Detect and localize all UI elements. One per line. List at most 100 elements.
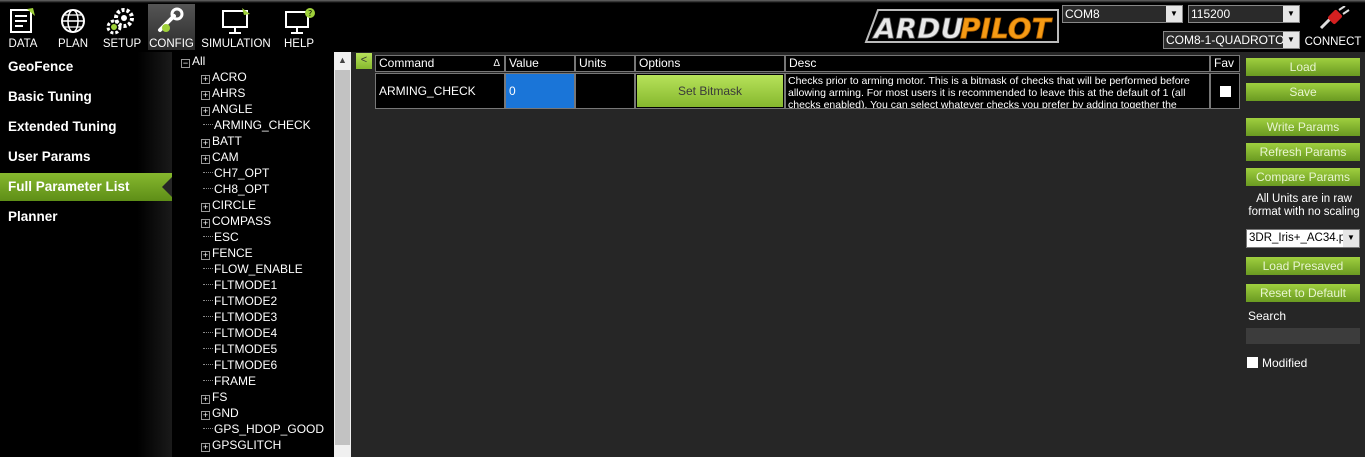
tree-connector: [203, 364, 213, 365]
selection-notch: [162, 177, 172, 197]
cell-value[interactable]: 0: [505, 73, 575, 109]
tree-item[interactable]: FLTMODE1: [203, 277, 277, 293]
save-button[interactable]: Save: [1246, 83, 1360, 101]
refresh-params-button[interactable]: Refresh Params: [1246, 143, 1360, 161]
sidebar-item-planner[interactable]: Planner: [0, 203, 172, 231]
sidebar-item-label: Full Parameter List: [8, 179, 130, 194]
fav-checkbox[interactable]: [1220, 86, 1231, 97]
tree-item[interactable]: FLOW_ENABLE: [203, 261, 303, 277]
tree-item[interactable]: FRAME: [203, 373, 256, 389]
column-header-desc[interactable]: Desc: [785, 55, 1210, 72]
nav-simulation-label: SIMULATION: [201, 38, 271, 50]
expand-icon[interactable]: +: [201, 203, 210, 212]
tree-item[interactable]: CH7_OPT: [203, 165, 269, 181]
nav-data[interactable]: DATA: [3, 4, 43, 50]
expand-icon[interactable]: +: [201, 443, 210, 452]
tree-connector: [203, 332, 213, 333]
nav-simulation[interactable]: SIMULATION: [201, 4, 271, 50]
tree-item-label: AHRS: [212, 86, 246, 100]
sidebar-item-full-parameter-list[interactable]: Full Parameter List: [0, 173, 172, 201]
link-select[interactable]: COM8-1-QUADROTOR ▼: [1163, 31, 1300, 49]
nav-plan[interactable]: PLAN: [53, 4, 93, 50]
port-value: COM8: [1065, 7, 1100, 21]
write-params-button[interactable]: Write Params: [1246, 118, 1360, 136]
column-header-options[interactable]: Options: [635, 55, 785, 72]
cell-command[interactable]: ARMING_CHECK: [375, 73, 505, 109]
baud-select[interactable]: 115200 ▼: [1188, 5, 1300, 23]
tree-item[interactable]: GPS_HDOP_GOOD: [203, 421, 324, 437]
sidebar-item-user-params[interactable]: User Params: [0, 143, 172, 171]
tree-item[interactable]: + ACRO: [201, 69, 247, 85]
tree-item[interactable]: FLTMODE3: [203, 309, 277, 325]
reset-to-default-button[interactable]: Reset to Default: [1246, 284, 1360, 302]
set-bitmask-button[interactable]: Set Bitmask: [637, 75, 783, 107]
tree-item[interactable]: + GPSGLITCH: [201, 437, 281, 453]
tree-item[interactable]: ESC: [203, 229, 239, 245]
modified-filter[interactable]: Modified: [1247, 356, 1307, 370]
sidebar-item-geofence[interactable]: GeoFence: [0, 53, 172, 81]
tree-item-label: FENCE: [212, 246, 253, 260]
column-header-fav[interactable]: Fav: [1210, 55, 1240, 72]
tree-item-label: GND: [212, 406, 239, 420]
expand-icon[interactable]: +: [201, 139, 210, 148]
tree-item[interactable]: + FS: [201, 389, 227, 405]
sidebar-item-basic-tuning[interactable]: Basic Tuning: [0, 83, 172, 111]
nav-help-label: HELP: [283, 38, 315, 50]
sidebar-item-extended-tuning[interactable]: Extended Tuning: [0, 113, 172, 141]
expand-icon[interactable]: +: [201, 107, 210, 116]
scroll-up-icon[interactable]: ▲: [334, 52, 351, 69]
expand-icon[interactable]: +: [201, 219, 210, 228]
sidebar-item-label: User Params: [8, 149, 91, 164]
modified-checkbox[interactable]: [1247, 357, 1258, 368]
parameter-tree[interactable]: − All + ACRO + AHRS + ANGLE ARMING_CHECK + BATT + C…: [172, 52, 334, 457]
cell-desc: Checks prior to arming motor. This is a …: [785, 73, 1210, 109]
tree-item-label: FLOW_ENABLE: [214, 262, 303, 276]
scroll-thumb[interactable]: [335, 70, 350, 445]
plug-icon: [1319, 6, 1350, 30]
nav-setup[interactable]: SETUP: [100, 4, 144, 50]
expand-icon[interactable]: +: [201, 251, 210, 260]
compare-params-button[interactable]: Compare Params: [1246, 168, 1360, 186]
tree-item[interactable]: + COMPASS: [201, 213, 271, 229]
tree-item[interactable]: FLTMODE4: [203, 325, 277, 341]
tree-item-label: FLTMODE2: [214, 294, 278, 308]
tree-root[interactable]: − All: [181, 53, 205, 69]
tree-item-label: GPSGLITCH: [212, 438, 282, 452]
collapse-tree-button[interactable]: <: [356, 53, 372, 69]
tree-item[interactable]: + CAM: [201, 149, 239, 165]
expand-icon[interactable]: +: [201, 395, 210, 404]
tree-item[interactable]: CH8_OPT: [203, 181, 269, 197]
nav-config[interactable]: CONFIG: [148, 4, 195, 50]
column-header-command[interactable]: Command Δ: [375, 55, 505, 72]
tree-item[interactable]: + AHRS: [201, 85, 245, 101]
search-input[interactable]: [1246, 328, 1360, 344]
tree-connector: [203, 300, 213, 301]
expand-icon[interactable]: +: [201, 155, 210, 164]
tree-scrollbar[interactable]: ▲: [334, 52, 351, 457]
tree-item[interactable]: + FENCE: [201, 245, 253, 261]
load-presaved-button[interactable]: Load Presaved: [1246, 257, 1360, 275]
load-button[interactable]: Load: [1246, 58, 1360, 76]
param-file-select[interactable]: 3DR_Iris+_AC34.pa ▼: [1246, 229, 1360, 248]
tree-item-label: FLTMODE6: [214, 358, 278, 372]
port-select[interactable]: COM8 ▼: [1062, 5, 1183, 23]
tree-item[interactable]: FLTMODE2: [203, 293, 277, 309]
value-text: 0: [509, 84, 516, 98]
column-header-units[interactable]: Units: [575, 55, 635, 72]
connect-button[interactable]: CONNECT: [1302, 6, 1364, 50]
collapse-icon[interactable]: −: [181, 59, 190, 68]
expand-icon[interactable]: +: [201, 75, 210, 84]
expand-icon[interactable]: +: [201, 91, 210, 100]
monitor-plane-icon: [222, 8, 250, 34]
tree-item[interactable]: FLTMODE6: [203, 357, 277, 373]
tree-item[interactable]: + BATT: [201, 133, 242, 149]
tree-item[interactable]: + GND: [201, 405, 239, 421]
tree-item[interactable]: FLTMODE5: [203, 341, 277, 357]
help-monitor-icon: ?: [285, 8, 315, 34]
tree-item[interactable]: ARMING_CHECK: [203, 117, 311, 133]
column-header-value[interactable]: Value: [505, 55, 575, 72]
tree-item[interactable]: + ANGLE: [201, 101, 253, 117]
tree-item[interactable]: + CIRCLE: [201, 197, 256, 213]
expand-icon[interactable]: +: [201, 411, 210, 420]
nav-help[interactable]: ? HELP: [278, 4, 320, 50]
